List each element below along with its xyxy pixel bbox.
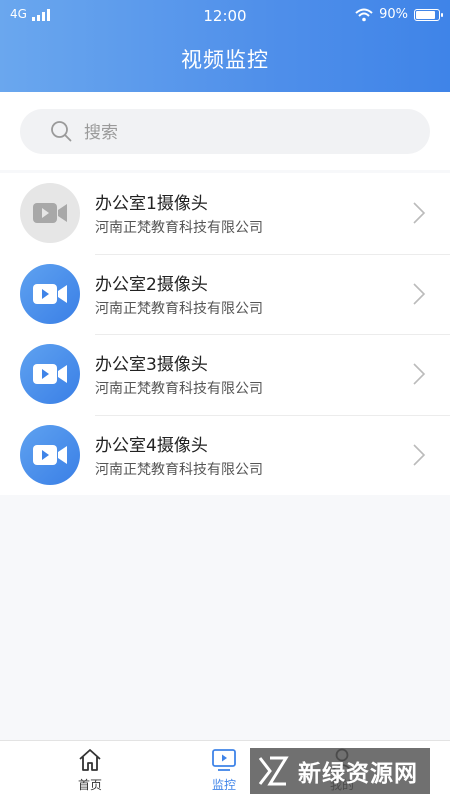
camera-list-item[interactable]: 办公室4摄像头 河南正梵教育科技有限公司 (0, 414, 450, 496)
search-input[interactable] (82, 109, 406, 156)
video-camera-icon (33, 444, 67, 465)
watermark-text: 新绿资源网 (298, 761, 418, 787)
camera-avatar (20, 344, 80, 404)
home-icon (79, 749, 101, 771)
battery-percent: 90% (379, 7, 408, 22)
camera-avatar (20, 263, 80, 324)
page-title: 视频监控 (181, 48, 269, 72)
status-bar: 4G 12:00 90% (0, 0, 450, 32)
chevron-right-icon (413, 363, 426, 385)
video-camera-icon (33, 283, 67, 304)
watermark-logo-icon (258, 756, 289, 786)
battery-icon (414, 8, 443, 21)
tab-home-label: 首页 (77, 778, 102, 792)
camera-name: 办公室3摄像头 (95, 355, 208, 375)
chevron-right-icon (413, 443, 426, 466)
camera-organization: 河南正梵教育科技有限公司 (95, 300, 263, 317)
camera-list: 办公室1摄像头 河南正梵教育科技有限公司 办公室2摄像头 河南正梵教育科技有限公… (0, 173, 450, 495)
camera-avatar (20, 424, 80, 485)
watermark: 新绿资源网 (250, 748, 430, 794)
camera-name: 办公室4摄像头 (95, 435, 208, 456)
wifi-icon (355, 8, 373, 21)
status-right: 90% (355, 7, 443, 22)
monitor-icon (212, 749, 236, 771)
camera-list-item[interactable]: 办公室2摄像头 河南正梵教育科技有限公司 (0, 253, 450, 335)
tab-home[interactable]: 首页 (50, 747, 130, 793)
camera-name: 办公室1摄像头 (95, 194, 208, 214)
camera-list-item[interactable]: 办公室1摄像头 河南正梵教育科技有限公司 (0, 173, 450, 254)
camera-list-item[interactable]: 办公室3摄像头 河南正梵教育科技有限公司 (0, 334, 450, 415)
camera-organization: 河南正梵教育科技有限公司 (95, 461, 263, 478)
header-bar: 4G 12:00 90% 视频监控 (0, 0, 450, 92)
video-camera-icon (33, 364, 67, 384)
camera-organization: 河南正梵教育科技有限公司 (95, 220, 263, 236)
search-icon (51, 121, 72, 142)
video-camera-icon (33, 203, 67, 223)
chevron-right-icon (413, 282, 426, 305)
camera-organization: 河南正梵教育科技有限公司 (95, 381, 263, 397)
search-box[interactable] (20, 109, 430, 156)
camera-name: 办公室2摄像头 (95, 274, 208, 295)
camera-avatar (20, 183, 80, 243)
search-section (0, 92, 450, 170)
chevron-right-icon (413, 202, 426, 224)
